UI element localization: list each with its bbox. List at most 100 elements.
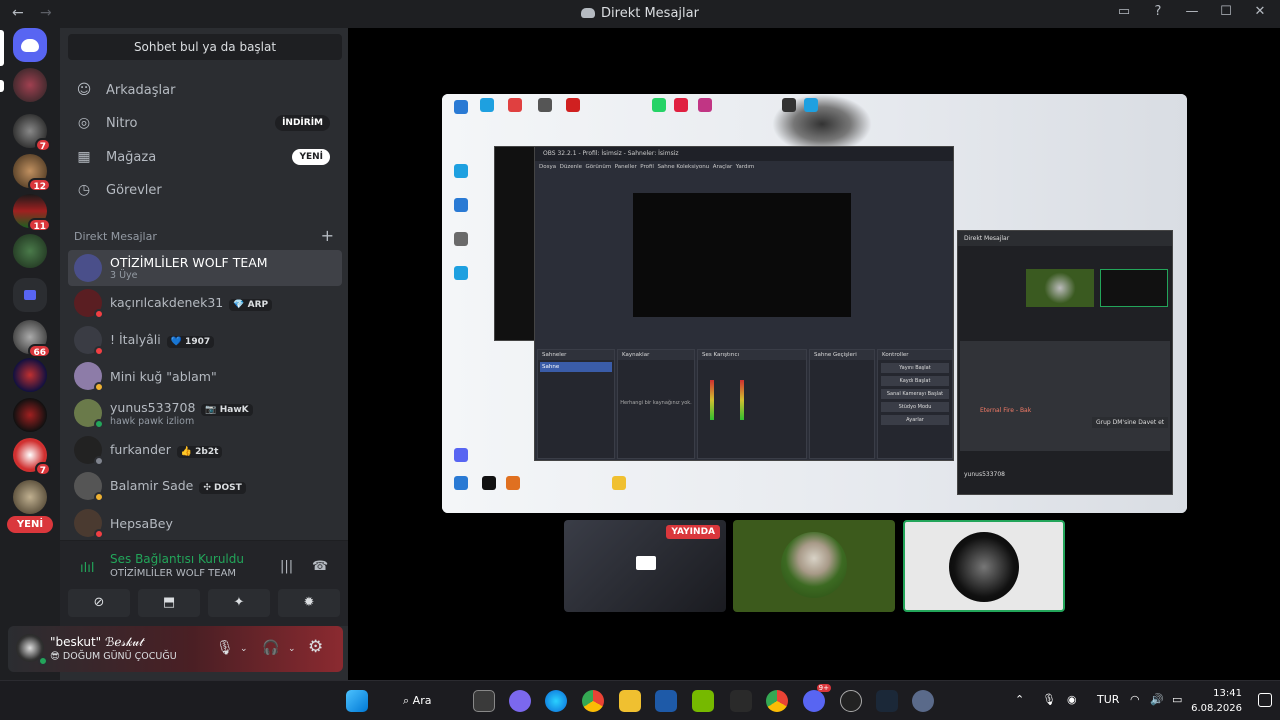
activities-button[interactable]: ✦ [208, 589, 270, 617]
dm-item-group[interactable]: OTİZİMLİLER WOLF TEAM 3 Üye [68, 250, 342, 286]
discord-window-in-stream: Direkt Mesajlar Eternal Fire - Bak Grup … [957, 230, 1173, 495]
desktop-icon [454, 164, 468, 178]
soundboard-button[interactable]: ✹ [278, 589, 340, 617]
taskbar-app-icon[interactable] [730, 690, 752, 712]
signal-icon[interactable]: ılıl [80, 561, 94, 576]
nav-friends[interactable]: ☺ Arkadaşlar [68, 74, 342, 106]
dm-item[interactable]: yunus533708 📷 HawK hawk pawk izliom [68, 395, 342, 431]
desktop-icon [652, 98, 666, 112]
outlook-icon[interactable] [655, 690, 677, 712]
notification-badge: 9+ [816, 684, 831, 692]
quests-icon: ◷ [77, 182, 91, 198]
dm-item[interactable]: furkander 👍 2b2t [68, 432, 342, 468]
windows-taskbar: ⌕ Ara 9+ ⌃ 🎙 ◉ TUR ◠ 🔊 ▭ 13:41 6.08.2026 [0, 680, 1280, 720]
dm-member-count: 3 Üye [110, 270, 138, 281]
dm-item[interactable]: Mini kuğ "ablam" [68, 358, 342, 394]
obs-menu-item: Düzenle [559, 164, 582, 170]
help-icon[interactable]: ? [1148, 4, 1168, 19]
stream-thumbnail[interactable]: YAYINDA [564, 520, 726, 612]
direct-messages-home-button[interactable] [13, 28, 47, 62]
taskbar-search[interactable]: ⌕ Ara [393, 690, 463, 712]
server-folder[interactable] [13, 278, 47, 312]
server-tag: ✣ DOST [199, 482, 246, 494]
chat-app-icon[interactable] [509, 690, 531, 712]
headphones-icon[interactable]: 🎧 [262, 640, 279, 656]
participant-avatar [949, 532, 1019, 602]
dm-item[interactable]: Balamir Sade ✣ DOST [68, 468, 342, 504]
microphone-icon[interactable]: 🎙 [216, 640, 234, 656]
avatar [74, 472, 104, 502]
screen-share-button[interactable]: ⬒ [138, 589, 200, 617]
nav-shop[interactable]: ▦ Mağaza YENİ [68, 141, 342, 173]
edge-icon[interactable] [545, 690, 567, 712]
server-icon[interactable] [13, 68, 47, 102]
close-button[interactable]: ✕ [1250, 4, 1270, 19]
battery-icon[interactable]: ▭ [1172, 693, 1182, 706]
server-icon[interactable]: 7 [13, 438, 51, 476]
new-badge: YENİ [292, 149, 330, 165]
window-title: Direkt Mesajlar [0, 6, 1280, 21]
participant-tile[interactable] [733, 520, 895, 612]
server-icon[interactable] [13, 398, 47, 432]
screen-share-video[interactable]: OBS 32.2.1 - Profil: İsimsiz - Sahneler:… [442, 94, 1187, 513]
obs-taskbar-icon[interactable] [840, 690, 862, 712]
stream-tile [1100, 269, 1168, 307]
tray-app-icon[interactable]: ◉ [1067, 693, 1077, 706]
file-explorer-icon[interactable] [619, 690, 641, 712]
server-icon[interactable]: 7 [13, 114, 51, 152]
chrome-icon[interactable] [582, 690, 604, 712]
server-icon[interactable]: 11 [13, 194, 51, 232]
participant-tile-speaking[interactable] [903, 520, 1065, 612]
settings-gear-icon[interactable]: ⚙ [308, 637, 323, 657]
screen-icon [636, 556, 656, 570]
dm-name: furkander [110, 442, 171, 457]
inbox-icon[interactable]: ▭ [1114, 4, 1134, 19]
camera-off-button[interactable]: ⊘ [68, 589, 130, 617]
tray-mic-icon[interactable]: 🎙 [1042, 693, 1056, 706]
volume-icon[interactable]: 🔊 [1150, 693, 1164, 706]
avatar [74, 326, 104, 356]
notification-center-icon[interactable] [1258, 693, 1272, 707]
avatar [74, 289, 104, 319]
window-title-text: Direkt Mesajlar [601, 6, 699, 21]
dm-item[interactable]: HepsaBey [68, 505, 342, 541]
server-icon[interactable] [13, 480, 47, 514]
dm-item[interactable]: ! İtalyâli 💙 1907 [68, 322, 342, 358]
noise-suppression-icon[interactable]: ||| [280, 559, 293, 574]
desktop-icon [508, 98, 522, 112]
tray-overflow-chevron-icon[interactable]: ⌃ [1015, 693, 1024, 706]
voice-status[interactable]: Ses Bağlantısı Kuruldu [110, 552, 244, 566]
audio-options-chevron-icon[interactable]: ⌄ [288, 644, 296, 654]
nvidia-icon[interactable] [692, 690, 714, 712]
server-rail: 7 12 11 66 7 [0, 28, 60, 680]
server-icon[interactable]: 66 [13, 320, 51, 358]
obs-menu-bar: Dosya Düzenle Görünüm Paneller Profil Sa… [535, 161, 953, 173]
user-display-name[interactable]: "beskut" ℬℯ𝓈𝓀𝓊𝓉 [50, 635, 143, 650]
language-indicator[interactable]: TUR [1097, 693, 1119, 706]
windows-start-icon[interactable] [346, 690, 368, 712]
server-icon[interactable] [13, 358, 47, 392]
voice-channel-name[interactable]: OTİZİMLİLER WOLF TEAM [110, 568, 236, 579]
server-icon[interactable]: 12 [13, 154, 51, 192]
desktop-icon [612, 476, 626, 490]
desktop-icon [454, 476, 468, 490]
new-unreads-badge[interactable]: YENİ [7, 516, 53, 533]
wifi-icon[interactable]: ◠ [1130, 693, 1140, 706]
find-conversation-input[interactable]: Sohbet bul ya da başlat [68, 34, 342, 60]
disconnect-icon[interactable]: ☎ [312, 559, 328, 574]
discord-taskbar-icon[interactable]: 9+ [803, 684, 831, 712]
create-dm-plus-icon[interactable]: + [321, 226, 334, 245]
taskbar-clock[interactable]: 13:41 6.08.2026 [1191, 686, 1242, 716]
mic-options-chevron-icon[interactable]: ⌄ [240, 644, 248, 654]
nav-nitro[interactable]: ◎ Nitro İNDİRİM [68, 107, 342, 139]
task-view-icon[interactable] [473, 690, 495, 712]
steam-icon[interactable] [876, 690, 898, 712]
maximize-button[interactable]: ☐ [1216, 4, 1236, 19]
dm-item[interactable]: kaçırılcakdenek31 💎 ARP [68, 285, 342, 321]
minimize-button[interactable]: — [1182, 4, 1202, 19]
friends-icon: ☺ [76, 82, 92, 98]
settings-icon[interactable] [912, 690, 934, 712]
nav-quests[interactable]: ◷ Görevler [68, 174, 342, 206]
server-icon[interactable] [13, 234, 47, 268]
chrome-icon[interactable] [766, 690, 788, 712]
